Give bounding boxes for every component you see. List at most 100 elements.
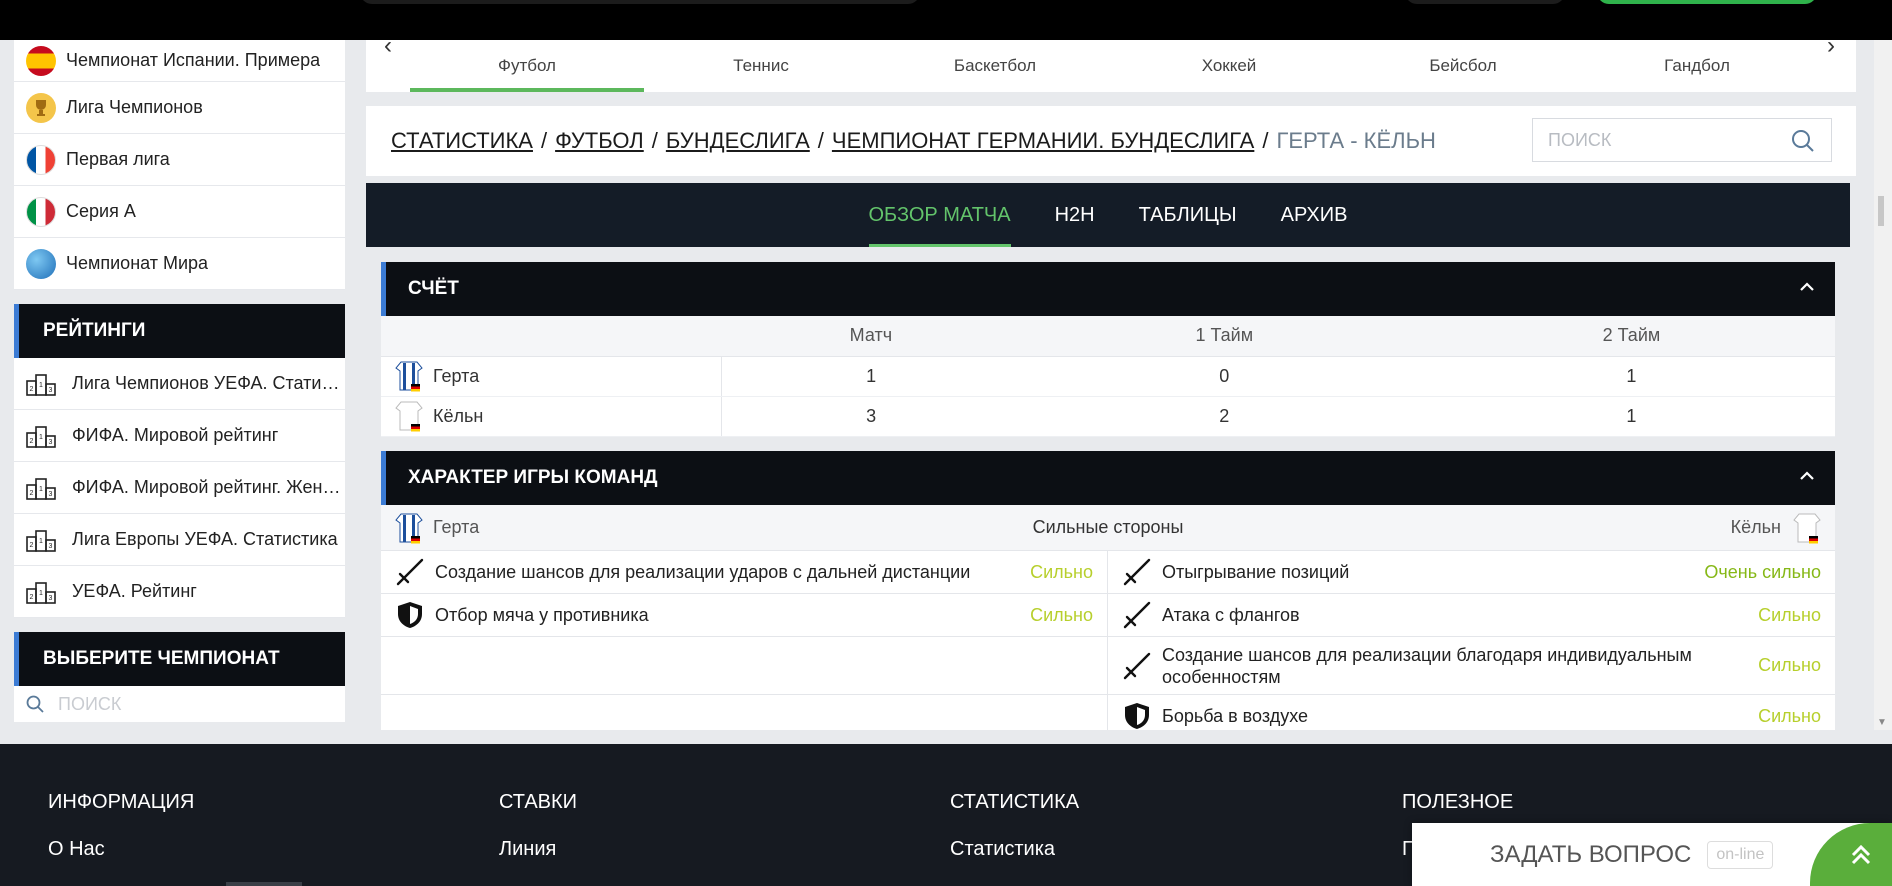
chevron-right-icon[interactable]: › (1827, 40, 1835, 60)
sidebar-item-rating[interactable]: 12 3 ФИФА. Мировой рейтинг (14, 410, 345, 462)
chevron-up-icon[interactable] (1797, 466, 1817, 486)
strength-level: Сильно (1758, 705, 1821, 726)
header-button[interactable] (1405, 0, 1565, 4)
main-content: Чемпионат Испании. Примера Лига Чемпионо… (0, 40, 1892, 730)
column-header: 2 Тайм (1427, 316, 1835, 357)
breadcrumb-link-league[interactable]: ЧЕМПИОНАТ ГЕРМАНИИ. БУНДЕСЛИГА (832, 128, 1254, 154)
tab-handball[interactable]: Гандбол (1580, 40, 1814, 92)
home-strengths: Создание шансов для реализации ударов с … (381, 551, 1108, 730)
match-nav: ОБЗОР МАТЧА H2H ТАБЛИЦЫ АРХИВ (366, 183, 1850, 247)
sidebar-item-rating[interactable]: 12 3 Лига Европы УЕФА. Статистика (14, 514, 345, 566)
attack-swords-icon (1123, 601, 1151, 629)
table-row: Герта 1 0 1 (381, 356, 1835, 397)
tab-baseball[interactable]: Бейсбол (1346, 40, 1580, 92)
search-placeholder: ПОИСК (1548, 129, 1612, 150)
breadcrumb-link-statistics[interactable]: СТАТИСТИКА (391, 128, 533, 154)
footer-link[interactable]: О Нас (48, 838, 194, 861)
sidebar-item-league[interactable]: Чемпионат Мира (14, 238, 345, 290)
footer-link[interactable]: Линия (499, 838, 577, 861)
sidebar-item-league[interactable]: Чемпионат Испании. Примера (14, 40, 345, 82)
tab-football[interactable]: Футбол (410, 40, 644, 92)
list-item: Борьба в воздухе Сильно (1108, 695, 1835, 730)
scroll-down-arrow-icon[interactable]: ▼ (1877, 717, 1887, 728)
tab-hockey[interactable]: Хоккей (1112, 40, 1346, 92)
horizontal-scroll-indicator (226, 882, 302, 886)
score-cell: 1 (721, 356, 1021, 397)
ask-question-widget[interactable]: ЗАДАТЬ ВОПРОС on-line (1412, 823, 1892, 886)
tab-match-overview[interactable]: ОБЗОР МАТЧА (868, 183, 1011, 247)
sidebar-item-rating[interactable]: 12 3 ФИФА. Мировой рейтинг. Женщины (14, 462, 345, 514)
svg-text:2: 2 (30, 490, 34, 497)
svg-text:1: 1 (39, 590, 43, 597)
ratings-list: 123 Лига Чемпионов УЕФА. Статистика 123 … (14, 358, 345, 618)
chevron-up-icon[interactable] (1797, 277, 1817, 297)
svg-text:1: 1 (39, 382, 43, 389)
strength-text: Создание шансов для реализации благодаря… (1162, 644, 1692, 687)
double-chevron-up-icon (1851, 844, 1871, 864)
away-strengths: Отыгрывание позиций Очень сильно Атака с… (1108, 551, 1835, 730)
breadcrumb-link-football[interactable]: ФУТБОЛ (555, 128, 644, 154)
sidebar-item-league[interactable]: Серия А (14, 186, 345, 238)
tab-archive[interactable]: АРХИВ (1281, 183, 1348, 247)
strength-level: Сильно (1758, 655, 1821, 675)
scrollbar-thumb[interactable] (1878, 196, 1884, 226)
svg-text:1: 1 (39, 486, 43, 493)
team-name-left[interactable]: Герта (433, 517, 479, 538)
tab-basketball[interactable]: Баскетбол (878, 40, 1112, 92)
sidebar-item-league[interactable]: Первая лига (14, 134, 345, 186)
empty-row (381, 637, 1107, 695)
attack-swords-icon (1123, 558, 1151, 586)
team-style-panel: ХАРАКТЕР ИГРЫ КОМАНД Сильные стороны Гер… (381, 451, 1835, 730)
footer-column-bets: СТАВКИ Линия (499, 791, 577, 861)
sidebar-item-league[interactable]: Лига Чемпионов (14, 82, 345, 134)
team-style-panel-header[interactable]: ХАРАКТЕР ИГРЫ КОМАНД (381, 451, 1835, 505)
ratings-heading: РЕЙТИНГИ (14, 304, 345, 358)
header-search-bar[interactable] (360, 0, 920, 4)
sidebar: Чемпионат Испании. Примера Лига Чемпионо… (14, 40, 345, 722)
ask-question-label[interactable]: ЗАДАТЬ ВОПРОС (1490, 841, 1691, 869)
empty-row (381, 695, 1107, 730)
footer-heading: ИНФОРМАЦИЯ (48, 791, 195, 813)
podium-icon: 12 3 (26, 425, 56, 448)
strength-level: Сильно (1030, 561, 1093, 582)
svg-text:2: 2 (30, 438, 34, 445)
search-input[interactable]: ПОИСК (1532, 118, 1832, 162)
expand-chat-button[interactable] (1810, 823, 1892, 886)
top-header-bar (0, 0, 1892, 40)
footer-column-stats: СТАТИСТИКА Статистика (950, 791, 1079, 861)
team-name-right[interactable]: Кёльн (1731, 517, 1781, 538)
team-name[interactable]: Кёльн (433, 406, 483, 427)
team-name[interactable]: Герта (433, 366, 479, 387)
tab-tennis[interactable]: Теннис (644, 40, 878, 92)
header-register-button[interactable] (1597, 0, 1817, 4)
strength-text: Отбор мяча у противника (435, 605, 649, 625)
list-item: Создание шансов для реализации ударов с … (381, 551, 1107, 594)
globe-icon (26, 248, 56, 279)
breadcrumb-current: ГЕРТА - КЁЛЬН (1276, 128, 1436, 153)
score-cell: 1 (1427, 356, 1835, 397)
sidebar-item-label: Чемпионат Испании. Примера (66, 50, 321, 70)
footer-link[interactable]: Статистика (950, 838, 1079, 861)
sidebar-item-label: Первая лига (66, 149, 170, 169)
hertha-shirt-icon (395, 513, 423, 543)
sidebar-item-rating[interactable]: 12 3 УЕФА. Рейтинг (14, 566, 345, 618)
strengths-grid: Создание шансов для реализации ударов с … (381, 551, 1835, 730)
column-header: Матч (721, 316, 1021, 357)
podium-icon: 12 3 (26, 477, 56, 500)
score-panel-header[interactable]: СЧЁТ (381, 262, 1835, 316)
sidebar-item-label: УЕФА. Рейтинг (72, 581, 197, 601)
breadcrumb-link-bundesliga[interactable]: БУНДЕСЛИГА (666, 128, 810, 154)
svg-text:3: 3 (49, 543, 53, 550)
svg-text:1: 1 (39, 538, 43, 545)
sidebar-item-label: Лига Чемпионов (66, 97, 203, 117)
online-badge: on-line (1707, 840, 1774, 869)
hertha-shirt-icon (395, 361, 423, 392)
tab-tables[interactable]: ТАБЛИЦЫ (1139, 183, 1237, 247)
tab-h2h[interactable]: H2H (1055, 183, 1095, 247)
vertical-scrollbar[interactable]: ▼ (1874, 40, 1892, 730)
search-icon[interactable] (1791, 129, 1815, 153)
sidebar-item-rating[interactable]: 12 3 Лига Чемпионов УЕФА. Статистика (14, 358, 345, 410)
league-search-input[interactable]: ПОИСК (14, 686, 345, 722)
footer-column-info: ИНФОРМАЦИЯ О Нас (48, 791, 194, 861)
chevron-left-icon[interactable]: ‹ (384, 40, 392, 60)
